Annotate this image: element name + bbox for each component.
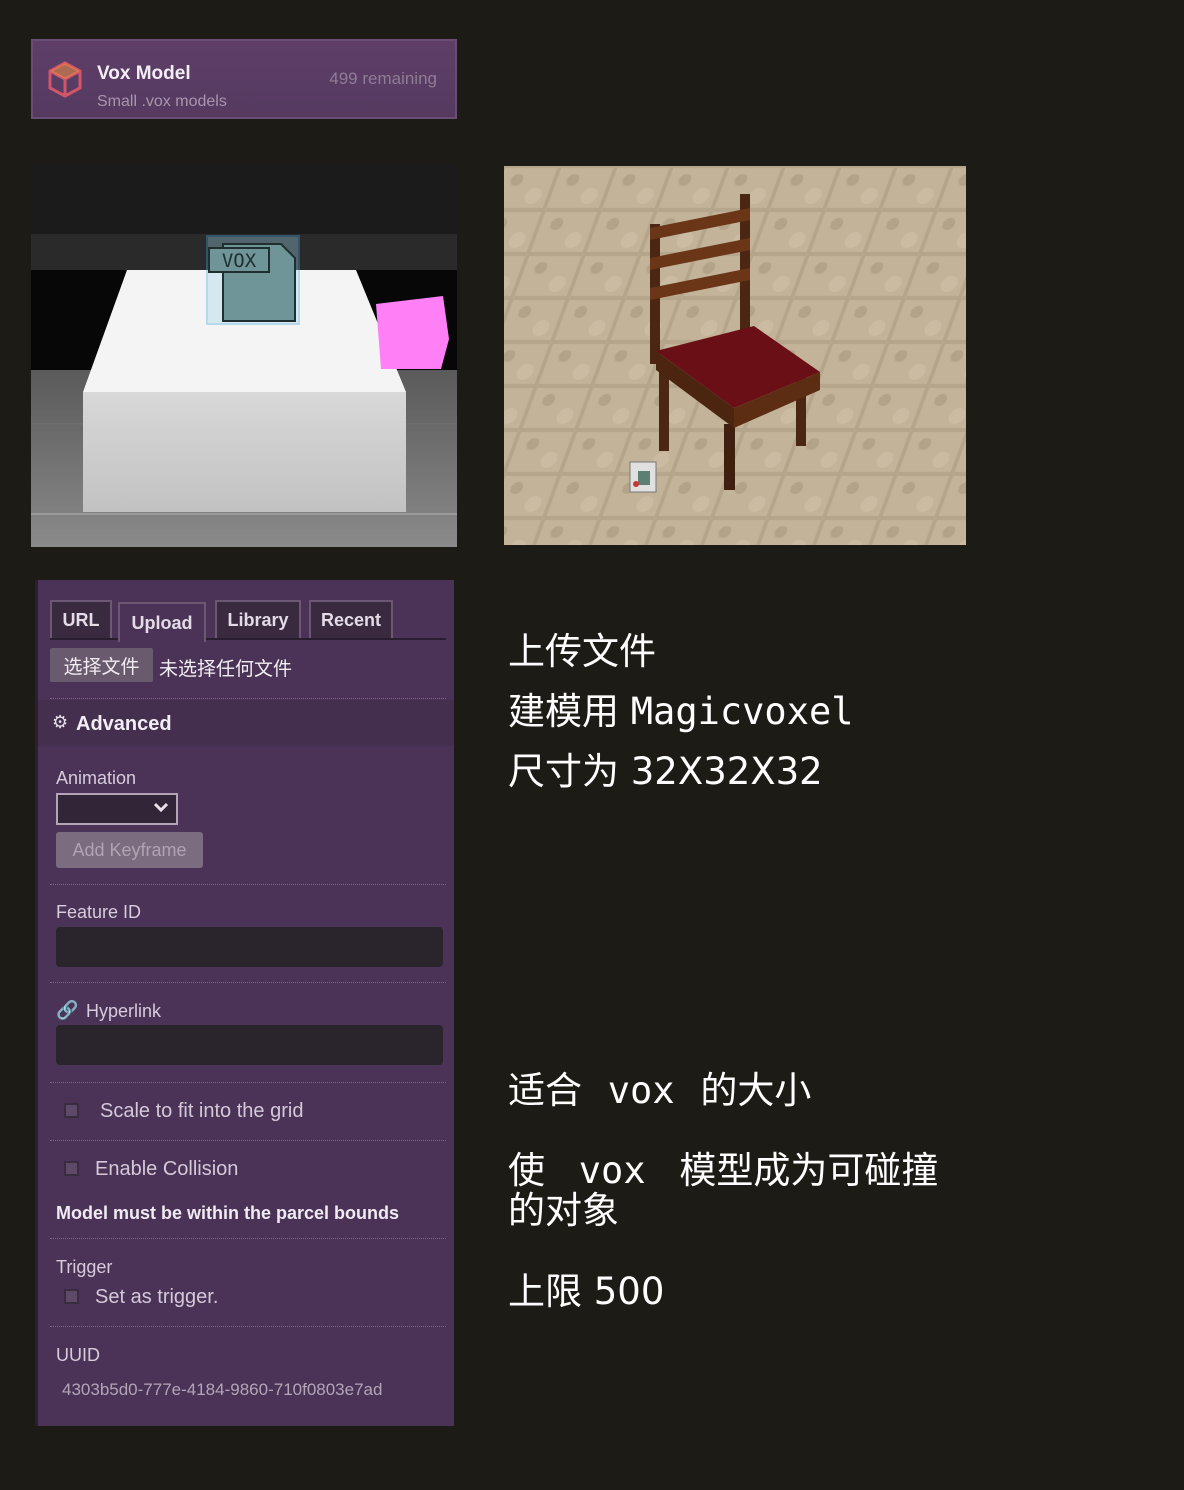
add-keyframe-button[interactable]: Add Keyframe xyxy=(56,832,203,868)
note-upload: 上传文件 xyxy=(508,630,656,673)
vox-settings-panel: URL Upload Library Recent 选择文件 未选择任何文件 ⚙… xyxy=(35,580,454,1426)
note-collide-d: 的对象 xyxy=(508,1189,619,1232)
feature-id-label: Feature ID xyxy=(56,902,142,922)
tab-recent[interactable]: Recent xyxy=(309,600,393,638)
gear-icon: ⚙ xyxy=(52,712,69,733)
chair-model-preview xyxy=(504,166,966,545)
collision-checkbox[interactable] xyxy=(64,1161,79,1176)
tab-upload[interactable]: Upload xyxy=(118,602,206,642)
link-icon: 🔗 xyxy=(56,1000,79,1020)
vox-file-icon: VOX xyxy=(206,235,300,325)
feature-id-input[interactable] xyxy=(56,927,443,967)
source-tabs: URL Upload Library Recent xyxy=(50,600,446,642)
vox-badge-text: VOX xyxy=(222,250,257,272)
note-size-value: 32X32X32 xyxy=(630,750,823,793)
tab-url[interactable]: URL xyxy=(50,600,112,638)
divider xyxy=(50,1238,446,1239)
note-fit-a: 适合 xyxy=(508,1069,582,1112)
chevron-down-icon xyxy=(154,802,168,813)
divider xyxy=(50,1082,446,1083)
note-collide: 使 vox 模型成为可碰撞 xyxy=(508,1149,939,1192)
divider xyxy=(50,884,446,885)
divider xyxy=(50,982,446,983)
remaining-count: 499 remaining xyxy=(329,69,437,88)
advanced-label: Advanced xyxy=(76,713,172,735)
chair-scene xyxy=(504,166,966,545)
note-modeling-tool: Magicvoxel xyxy=(630,690,854,733)
vox-cube-logo xyxy=(48,61,82,98)
animation-label: Animation xyxy=(56,768,137,788)
note-fit-c: 的大小 xyxy=(700,1069,812,1112)
vox-model-card[interactable]: Vox Model Small .vox models 499 remainin… xyxy=(31,39,457,119)
note-limit-prefix: 上限 xyxy=(508,1270,582,1313)
choose-file-button[interactable]: 选择文件 xyxy=(50,648,153,682)
collision-warning: Model must be within the parcel bounds xyxy=(56,1203,400,1223)
note-collide-b: vox xyxy=(578,1149,646,1192)
hyperlink-input[interactable] xyxy=(56,1025,443,1065)
trigger-label: Trigger xyxy=(56,1257,113,1277)
divider xyxy=(50,1326,446,1327)
card-subtitle: Small .vox models xyxy=(97,93,227,110)
note-size: 尺寸为 32X32X32 xyxy=(508,750,823,793)
note-collide-a: 使 xyxy=(508,1149,545,1192)
placeholder-scene: VOX xyxy=(31,164,457,547)
hyperlink-label: Hyperlink xyxy=(86,1001,162,1021)
file-status-text: 未选择任何文件 xyxy=(159,658,293,680)
note-fit-b: vox xyxy=(607,1069,675,1112)
scale-option-label: Scale to fit into the grid xyxy=(100,1100,304,1122)
note-limit: 上限 500 xyxy=(508,1270,665,1313)
uuid-label: UUID xyxy=(56,1345,100,1365)
trigger-checkbox[interactable] xyxy=(64,1289,79,1304)
placeholder-mini-icon xyxy=(629,461,657,493)
divider xyxy=(50,698,446,699)
divider xyxy=(50,1140,446,1141)
card-title: Vox Model xyxy=(97,63,191,84)
note-modeling-prefix: 建模用 xyxy=(508,690,619,733)
collision-option-label: Enable Collision xyxy=(95,1158,239,1180)
note-collide-c: 模型成为可碰撞 xyxy=(679,1149,939,1192)
editor-viewport-placeholder: VOX xyxy=(31,164,457,547)
tab-library[interactable]: Library xyxy=(215,600,301,638)
advanced-header[interactable]: ⚙ Advanced xyxy=(38,700,454,746)
uuid-value: 4303b5d0-777e-4184-9860-710f0803e7ad xyxy=(62,1380,383,1399)
note-size-prefix: 尺寸为 xyxy=(508,750,619,793)
trigger-option-label: Set as trigger. xyxy=(95,1286,219,1308)
scale-checkbox[interactable] xyxy=(64,1103,79,1118)
note-fit: 适合 vox 的大小 xyxy=(508,1069,812,1112)
note-modeling: 建模用 Magicvoxel xyxy=(508,690,854,733)
animation-select[interactable] xyxy=(56,793,178,825)
note-limit-value: 500 xyxy=(593,1270,665,1313)
